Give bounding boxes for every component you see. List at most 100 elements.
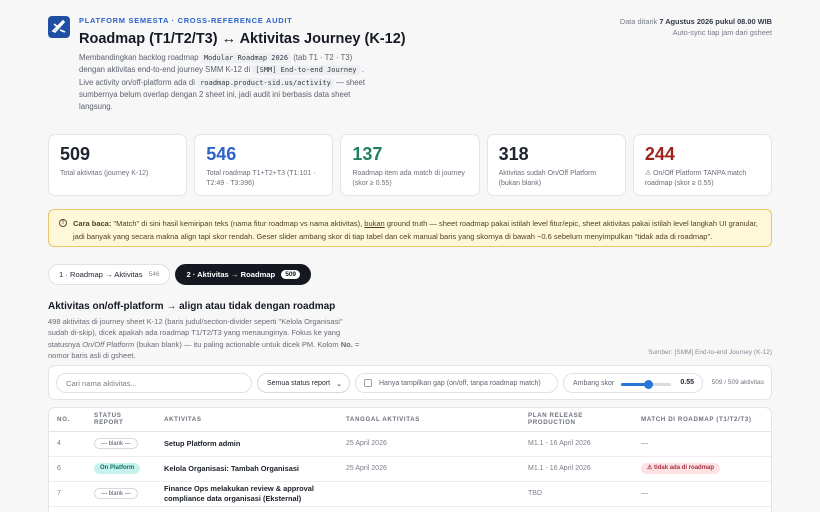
- stat-value: 318: [498, 144, 529, 164]
- status-badge: On Platform: [94, 463, 141, 474]
- warning-icon: ⚠: [647, 465, 655, 471]
- meta-date: 7 Agustus 2026 pukul 08.00 WIB: [659, 17, 772, 26]
- section-bold-label: No.: [340, 339, 353, 349]
- meta-prefix: Data ditarik: [619, 17, 658, 26]
- stat-caption: Aktivitas sudah On/Off Platform (bukan b…: [498, 170, 597, 187]
- section-emphasis: On/Off Platform: [82, 339, 135, 349]
- activity-name: Setup Platform admin: [156, 431, 338, 457]
- tab-count-badge: 509: [281, 270, 301, 279]
- column-header-status[interactable]: STATUS REPORT: [86, 408, 156, 432]
- stat-caption: Roadmap item ada match di journey (skor …: [352, 170, 465, 187]
- roadmap-match: —: [633, 431, 771, 457]
- release-plan: TBD: [520, 481, 633, 507]
- tab-roadmap-to-activities[interactable]: 1 · Roadmap → Aktivitas 546: [48, 264, 171, 285]
- status-filter-select[interactable]: Semua status report ⌄: [257, 373, 350, 393]
- activity-name: Finance Ops melakukan review & approval …: [156, 481, 338, 507]
- column-header-date[interactable]: TANGGAL AKTIVITAS: [338, 408, 520, 432]
- search-input[interactable]: [56, 373, 252, 393]
- meta-sync-note: Auto-sync tiap jam dari gsheet: [672, 27, 772, 37]
- activity-name: Kelola Organisasi: Tambah Organisasi: [156, 456, 338, 482]
- gap-filter-label: Hanya tampilkan gap (on/off, tanpa roadm…: [379, 379, 541, 387]
- page-title: Roadmap (T1/T2/T3) ↔ Aktivitas Journey (…: [79, 31, 406, 47]
- threshold-label: Ambang skor: [573, 379, 615, 387]
- status-cell: On Platform: [86, 456, 156, 482]
- table-header: NO. STATUS REPORT AKTIVITAS TANGGAL AKTI…: [49, 408, 771, 432]
- tab-count-badge: 546: [148, 271, 160, 278]
- page-description: Membandingkan backlog roadmap Modular Ro…: [79, 52, 379, 113]
- column-header-plan[interactable]: PLAN RELEASE PRODUCTION: [520, 408, 633, 432]
- stat-card-total-activities: 509 Total aktivitas (journey K-12): [48, 134, 188, 196]
- row-number: 4: [49, 431, 86, 457]
- threshold-slider[interactable]: [621, 380, 671, 389]
- stat-caption: Total roadmap T1+T2+T3 (T1:101 · T2:49 ·…: [206, 170, 316, 187]
- stat-value: 509: [60, 144, 91, 164]
- checkbox-icon[interactable]: [364, 379, 372, 387]
- activity-count: 509 / 509 aktivitas: [711, 379, 764, 386]
- stat-value: 244: [644, 144, 675, 164]
- reading-warning: ! Cara baca: "Match" di sini hasil kemir…: [48, 209, 772, 247]
- section-description: 498 aktivitas di journey sheet K-12 (bar…: [48, 316, 364, 362]
- activities-grid: NO. STATUS REPORT AKTIVITAS TANGGAL AKTI…: [49, 408, 771, 507]
- stat-card-on-off-platform: 318 Aktivitas sudah On/Off Platform (buk…: [486, 134, 626, 196]
- roadmap-match: —: [633, 481, 771, 507]
- activity-url-code: roadmap.product-sid.us/activity: [197, 77, 334, 88]
- stat-caption: ⚠ On/Off Platform TANPA match roadmap (s…: [644, 170, 747, 187]
- missing-roadmap-badge: ⚠ tidak ada di roadmap: [641, 463, 721, 474]
- eyebrow-label: PLATFORM SEMESTA · CROSS-REFERENCE AUDIT: [79, 16, 293, 25]
- section-text-2: (bukan blank) — itu paling actionable un…: [136, 339, 339, 349]
- warning-label: Cara baca:: [73, 219, 112, 228]
- description-text-1: Membandingkan backlog roadmap: [79, 53, 199, 62]
- roadmap-match-cell: ⚠ tidak ada di roadmap: [633, 456, 771, 482]
- table-header-row: NO. STATUS REPORT AKTIVITAS TANGGAL AKTI…: [49, 408, 771, 432]
- stat-card-without-roadmap: 244 ⚠ On/Off Platform TANPA match roadma…: [632, 134, 773, 196]
- status-badge: — blank —: [94, 488, 138, 499]
- table-row[interactable]: 4 — blank — Setup Platform admin 25 Apri…: [49, 431, 771, 457]
- tab-label: 2 · Aktivitas → Roadmap: [186, 270, 276, 279]
- release-plan: M1.1 - 16 April 2026: [520, 431, 633, 457]
- warning-icon: !: [59, 219, 67, 227]
- activities-table: NO. STATUS REPORT AKTIVITAS TANGGAL AKTI…: [48, 407, 772, 512]
- stat-caption: Total aktivitas (journey K-12): [60, 170, 149, 177]
- table-row[interactable]: 7 — blank — Finance Ops melakukan review…: [49, 481, 771, 507]
- warning-text-1: "Match" di sini hasil kemiripan teks (na…: [113, 219, 363, 228]
- status-filter-value: Semua status report: [267, 379, 331, 387]
- chevron-down-icon: ⌄: [336, 381, 342, 388]
- status-cell: — blank —: [86, 431, 156, 457]
- roadmap-sheet-code: Modular Roadmap 2026: [200, 53, 292, 63]
- section-title: Aktivitas on/off-platform → align atau t…: [48, 301, 336, 312]
- activity-date: 25 April 2026: [338, 431, 520, 457]
- warning-emphasis: bukan: [364, 219, 385, 228]
- stat-value: 546: [206, 144, 237, 164]
- view-tabs: 1 · Roadmap → Aktivitas 546 2 · Aktivita…: [48, 264, 312, 286]
- missing-roadmap-text: tidak ada di roadmap: [654, 465, 715, 471]
- journey-sheet-code: [SMM] End-to-end Journey: [252, 65, 360, 76]
- audit-page: PLATFORM SEMESTA · CROSS-REFERENCE AUDIT…: [0, 0, 820, 512]
- stat-card-roadmap-match: 137 Roadmap item ada match di journey (s…: [340, 134, 480, 196]
- page-header: PLATFORM SEMESTA · CROSS-REFERENCE AUDIT…: [48, 16, 772, 111]
- status-cell: — blank —: [86, 481, 156, 507]
- table-row[interactable]: 6 On Platform Kelola Organisasi: Tambah …: [49, 456, 771, 482]
- stat-value: 137: [352, 144, 383, 164]
- sync-meta: Data ditarik 7 Agustus 2026 pukul 08.00 …: [620, 17, 772, 38]
- tab-activities-to-roadmap[interactable]: 2 · Aktivitas → Roadmap 509: [175, 264, 312, 285]
- platform-logo-icon: [48, 16, 70, 38]
- column-header-activity[interactable]: AKTIVITAS: [156, 408, 338, 432]
- row-number: 7: [49, 481, 86, 507]
- status-badge: — blank —: [94, 438, 138, 449]
- stat-card-total-roadmap: 546 Total roadmap T1+T2+T3 (T1:101 · T2:…: [194, 134, 334, 196]
- stats-row: 509 Total aktivitas (journey K-12) 546 T…: [48, 134, 773, 196]
- column-header-no[interactable]: NO.: [49, 408, 86, 432]
- gap-only-toggle[interactable]: Hanya tampilkan gap (on/off, tanpa roadm…: [355, 373, 558, 393]
- row-number: 6: [49, 456, 86, 482]
- source-note: Sumber: [SMM] End-to-end Journey (K-12): [648, 349, 772, 356]
- activity-date: [338, 481, 520, 507]
- table-body: 4 — blank — Setup Platform admin 25 Apri…: [49, 431, 771, 507]
- release-plan: M1.1 - 16 April 2026: [520, 456, 633, 482]
- tab-label: 1 · Roadmap → Aktivitas: [59, 270, 143, 279]
- threshold-control: Ambang skor 0.55: [563, 373, 703, 393]
- activity-date: 25 April 2026: [338, 456, 520, 482]
- column-header-match[interactable]: MATCH DI ROADMAP (T1/T2/T3): [633, 408, 771, 432]
- threshold-value: 0.55: [680, 379, 694, 386]
- filter-bar: Semua status report ⌄ Hanya tampilkan ga…: [48, 365, 772, 400]
- threshold-thumb[interactable]: [644, 380, 653, 389]
